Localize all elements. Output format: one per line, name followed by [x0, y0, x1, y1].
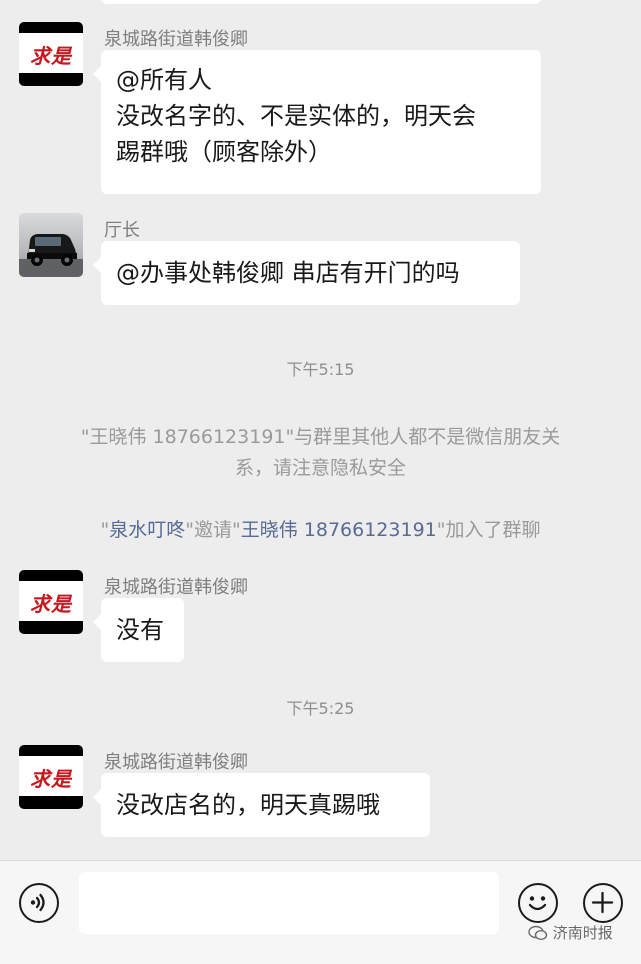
message-text: 没改店名的，明天真踢哦	[116, 791, 380, 819]
message-bubble[interactable]: @办事处韩俊卿 串店有开门的吗	[93, 241, 520, 305]
avatar-logo-text: 求是	[30, 767, 72, 791]
input-bar	[0, 860, 641, 964]
car-icon	[19, 234, 83, 277]
inviter-link[interactable]: 泉水叮咚	[109, 519, 185, 541]
message-bubble[interactable]: 没有	[93, 598, 184, 662]
message-input[interactable]	[79, 872, 499, 934]
sender-name: 厅长	[104, 220, 140, 241]
avatar-logo-text: 求是	[30, 592, 72, 616]
timestamp: 下午5:25	[286, 699, 355, 718]
avatar[interactable]	[19, 213, 83, 277]
sender-name: 泉城路街道韩俊卿	[104, 752, 248, 773]
previous-message-bubble	[101, 0, 541, 4]
privacy-notice: "王晓伟 18766123191"与群里其他人都不是微信朋友关 系，请注意隐私安…	[40, 422, 601, 484]
sender-name: 泉城路街道韩俊卿	[104, 29, 248, 50]
watermark-text: 济南时报	[552, 924, 613, 942]
avatar[interactable]: 求是	[19, 570, 83, 634]
invitee-link[interactable]: 王晓伟 18766123191	[241, 519, 437, 541]
avatar[interactable]: 求是	[19, 745, 83, 809]
message-bubble[interactable]: 没改店名的，明天真踢哦	[93, 773, 430, 837]
wechat-icon	[528, 925, 548, 941]
invite-text: "邀请"	[185, 519, 241, 541]
avatar-logo-text: 求是	[30, 44, 72, 68]
voice-button[interactable]	[19, 883, 59, 923]
invite-notice: "泉水叮咚"邀请"王晓伟 18766123191"加入了群聊	[10, 515, 631, 546]
plus-icon	[591, 891, 614, 914]
message-bubble[interactable]: @所有人 没改名字的、不是实体的，明天会 踢群哦（顾客除外）	[93, 50, 541, 194]
sender-name: 泉城路街道韩俊卿	[104, 577, 248, 598]
emoji-button[interactable]	[518, 883, 558, 923]
message-text: 没有	[116, 616, 164, 644]
message-text: @所有人	[116, 66, 212, 94]
invite-text: "加入了群聊	[436, 519, 541, 541]
avatar[interactable]: 求是	[19, 22, 83, 86]
emoji-icon	[528, 896, 547, 911]
privacy-notice-line: 系，请注意隐私安全	[234, 457, 406, 479]
message-text: 没改名字的、不是实体的，明天会	[116, 102, 476, 130]
message-text: @办事处韩俊卿 串店有开门的吗	[116, 259, 460, 287]
privacy-notice-line: "王晓伟 18766123191"与群里其他人都不是微信朋友关	[80, 426, 561, 448]
message-text: 踢群哦（顾客除外）	[116, 138, 332, 166]
watermark: 济南时报	[528, 922, 613, 943]
voice-icon	[30, 893, 45, 912]
quote-mark: "	[100, 519, 110, 541]
chat-history[interactable]: 求是 泉城路街道韩俊卿 @所有人 没改名字的、不是实体的，明天会 踢群哦（顾客除…	[0, 0, 641, 860]
more-button[interactable]	[583, 883, 623, 923]
timestamp: 下午5:15	[286, 360, 355, 379]
